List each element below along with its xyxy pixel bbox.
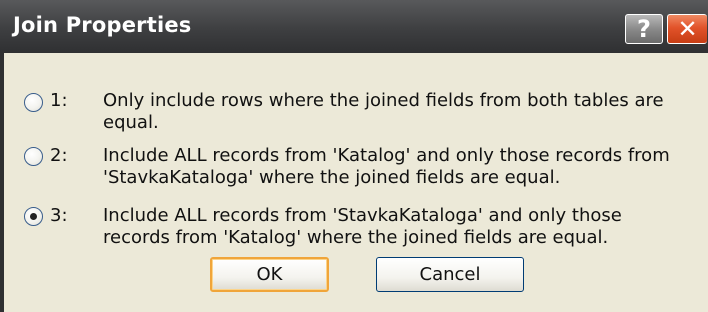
option-2-text-line1: Include ALL records from 'Katalog' and o… xyxy=(103,145,670,166)
ok-button[interactable]: OK xyxy=(210,257,329,292)
option-2-number: 2: xyxy=(50,145,68,166)
option-1-text-line1: Only include rows where the joined field… xyxy=(103,90,664,111)
option-2-text-line2: 'StavkaKataloga' where the joined fields… xyxy=(103,167,561,188)
option-1-number: 1: xyxy=(50,90,68,111)
radio-selected-dot xyxy=(30,213,37,220)
radio-option-2[interactable] xyxy=(24,147,43,166)
join-properties-dialog: Join Properties ? ✕ 1: Only include rows… xyxy=(0,0,708,312)
cancel-button[interactable]: Cancel xyxy=(376,257,524,292)
option-3-text-line1: Include ALL records from 'StavkaKataloga… xyxy=(103,205,622,226)
option-3-number: 3: xyxy=(50,205,68,226)
option-1-text-line2: equal. xyxy=(103,112,159,133)
help-button[interactable]: ? xyxy=(625,14,663,44)
help-icon: ? xyxy=(637,15,651,43)
dialog-title: Join Properties xyxy=(13,13,192,37)
close-button[interactable]: ✕ xyxy=(667,14,707,44)
option-3-text-line2: records from 'Katalog' where the joined … xyxy=(103,227,609,248)
dialog-body: 1: Only include rows where the joined fi… xyxy=(4,53,708,312)
radio-option-3[interactable] xyxy=(24,207,43,226)
title-bar: Join Properties ? ✕ xyxy=(0,0,708,54)
radio-option-1[interactable] xyxy=(24,93,43,112)
close-icon: ✕ xyxy=(677,15,698,43)
